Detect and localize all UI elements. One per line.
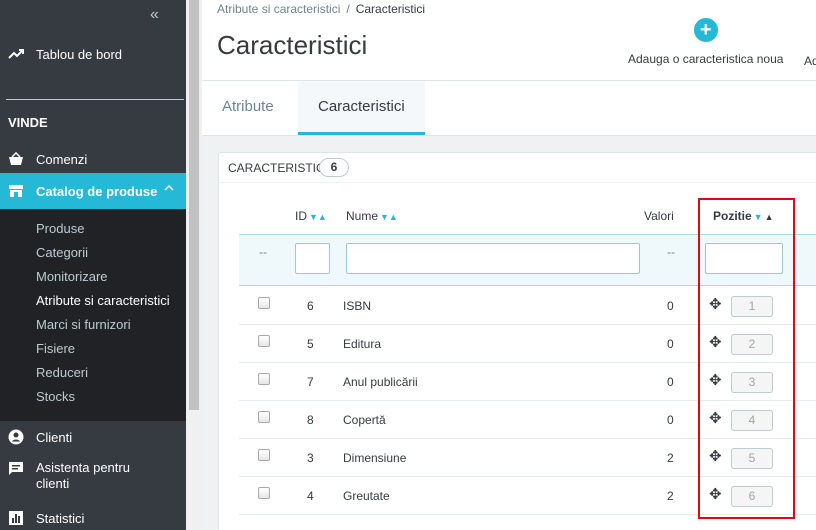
breadcrumb-separator: /: [346, 2, 350, 16]
bar-chart-icon: [8, 510, 24, 526]
tab-features[interactable]: Caracteristici: [298, 81, 425, 135]
sidebar-section-title: VINDE: [8, 115, 48, 130]
sidebar-item-label: Asistenta pentru clienti: [36, 460, 130, 491]
submenu-item-discounts[interactable]: Reduceri: [36, 365, 88, 380]
submenu-item-brands[interactable]: Marci si furnizori: [36, 317, 131, 332]
panel-header: Caracteristici 6: [219, 153, 816, 183]
submenu-item-stocks[interactable]: Stocks: [36, 389, 75, 404]
breadcrumb-current: Caracteristici: [355, 2, 426, 16]
sort-arrows-icon[interactable]: ▼▲: [380, 212, 398, 222]
add-value-button[interactable]: Ad: [804, 54, 816, 68]
submenu-item-categories[interactable]: Categorii: [36, 245, 88, 260]
submenu-item-products[interactable]: Produse: [36, 221, 84, 236]
cell-id: 6: [307, 299, 314, 313]
filter-id-input[interactable]: [295, 243, 330, 274]
cell-values: 2: [667, 489, 674, 503]
row-checkbox[interactable]: [258, 487, 270, 499]
filter-name-input[interactable]: [346, 243, 640, 274]
sidebar-item-catalog[interactable]: Catalog de produse: [0, 181, 186, 201]
sidebar: « Tablou de bord VINDE Comenzi Catalog d…: [0, 0, 186, 530]
filter-placeholder: --: [667, 245, 675, 259]
cell-values: 0: [667, 299, 674, 313]
chat-icon: [8, 461, 24, 477]
tabs-divider: [202, 80, 816, 81]
cell-name: Editura: [343, 337, 382, 351]
cell-name: Dimensiune: [343, 451, 407, 465]
cell-id: 8: [307, 413, 314, 427]
panel-title: Caracteristici: [228, 161, 329, 175]
filter-placeholder: --: [259, 245, 267, 259]
cell-id: 4: [307, 489, 314, 503]
breadcrumb-link[interactable]: Atribute si caracteristici: [217, 2, 340, 16]
column-label: ID: [295, 209, 307, 223]
sidebar-item-dashboard[interactable]: Tablou de bord: [0, 44, 186, 64]
add-circle-icon: +: [693, 18, 718, 42]
trending-up-icon: [8, 46, 24, 62]
sidebar-item-support[interactable]: Asistenta pentru clienti: [0, 460, 186, 494]
page-header: Atribute si caracteristici / Caracteristic…: [202, 0, 816, 136]
sidebar-item-label: Clienti: [36, 429, 73, 445]
cell-id: 5: [307, 337, 314, 351]
add-feature-button[interactable]: + Adauga o caracteristica noua: [628, 18, 783, 66]
submenu-background: [0, 209, 186, 421]
cell-name: Greutate: [343, 489, 390, 503]
add-feature-label: Adauga o caracteristica noua: [628, 52, 784, 66]
breadcrumb: Atribute si caracteristici / Caracteristic…: [217, 2, 425, 16]
collapse-sidebar-icon[interactable]: «: [150, 6, 159, 24]
sidebar-item-label: Statistici: [36, 510, 85, 526]
sidebar-item-label: Tablou de bord: [36, 46, 123, 62]
account-circle-icon: [8, 429, 24, 445]
row-checkbox[interactable]: [258, 335, 270, 347]
row-checkbox[interactable]: [258, 449, 270, 461]
store-icon: [8, 183, 24, 199]
page-title: Caracteristici: [217, 30, 368, 60]
cell-values: 2: [667, 451, 674, 465]
sidebar-item-label: Catalog de produse: [36, 183, 158, 199]
column-header-values: Valori: [644, 209, 674, 223]
cell-id: 7: [307, 375, 314, 389]
sidebar-scrollbar[interactable]: [186, 0, 202, 530]
cell-values: 0: [667, 413, 674, 427]
cell-name: ISBN: [343, 299, 372, 313]
sidebar-divider: [6, 99, 184, 100]
sort-arrows-icon[interactable]: ▼▲: [309, 212, 327, 222]
cell-name: Copertă: [343, 413, 386, 427]
column-header-id[interactable]: ID ▼▲: [295, 209, 327, 223]
count-badge: 6: [319, 158, 349, 177]
row-checkbox[interactable]: [258, 297, 270, 309]
chevron-up-icon: [164, 181, 174, 195]
sidebar-item-stats[interactable]: Statistici: [0, 508, 186, 528]
basket-icon: [8, 151, 24, 167]
row-checkbox[interactable]: [258, 411, 270, 423]
highlight-box: [698, 198, 795, 519]
cell-name: Anul publicării: [343, 375, 418, 389]
column-label: Nume: [346, 209, 379, 223]
row-checkbox[interactable]: [258, 373, 270, 385]
sidebar-item-customers[interactable]: Clienti: [0, 427, 186, 447]
submenu-item-files[interactable]: Fisiere: [36, 341, 75, 356]
cell-id: 3: [307, 451, 314, 465]
sidebar-item-orders[interactable]: Comenzi: [0, 149, 186, 169]
column-header-name[interactable]: Nume ▼▲: [346, 209, 398, 223]
cell-values: 0: [667, 375, 674, 389]
scrollbar-thumb[interactable]: [189, 0, 199, 410]
submenu-item-attributes[interactable]: Atribute si caracteristici: [36, 293, 170, 308]
cell-values: 0: [667, 337, 674, 351]
tab-attributes[interactable]: Atribute: [202, 81, 294, 135]
sidebar-item-label: Comenzi: [36, 151, 88, 167]
submenu-item-monitoring[interactable]: Monitorizare: [36, 269, 108, 284]
